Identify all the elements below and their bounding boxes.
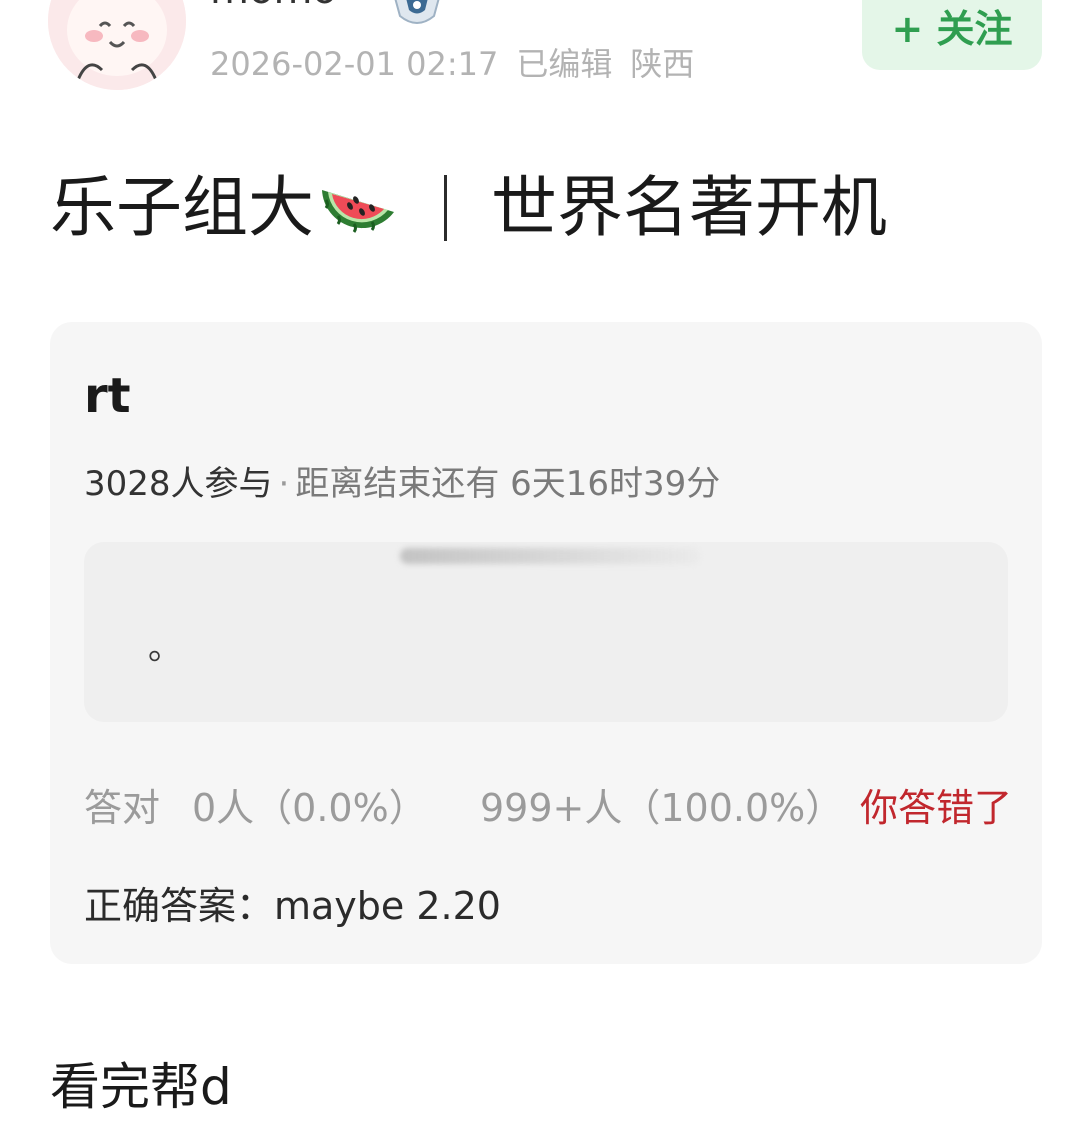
quiz-countdown: 距离结束还有 6天16时39分 (295, 464, 721, 504)
stats-separator: · (278, 464, 290, 504)
post-location: 陕西 (630, 45, 695, 83)
wrong-stats: 999+人（100.0%） (480, 786, 844, 830)
post-timestamp: 2026-02-01 02:17 (210, 45, 499, 83)
blurred-text (400, 548, 700, 564)
cute-character-avatar-icon (48, 0, 186, 90)
quiz-participants: 3028人参与 (84, 464, 273, 504)
author-name[interactable]: momo (210, 0, 337, 14)
post-title: 乐子组大 世界名著开机 (50, 160, 887, 256)
quiz-question: rt (84, 368, 131, 424)
post-body-text: 看完帮d (50, 1058, 232, 1116)
author-avatar[interactable] (48, 0, 186, 90)
correct-answer: 正确答案：maybe 2.20 (84, 884, 501, 928)
quiz-card: rt 3028人参与 · 距离结束还有 6天16时39分 。 答对 0人（0.0%）… (50, 322, 1042, 964)
quiz-stats: 3028人参与 · 距离结束还有 6天16时39分 (84, 460, 720, 508)
verified-badge-icon (388, 0, 446, 26)
correct-label: 答对 (84, 786, 161, 830)
answer-option[interactable]: 。 (84, 542, 1008, 722)
post-title-right: 世界名著开机 (491, 169, 887, 246)
correct-stats: 0人（0.0%） (192, 786, 427, 830)
watermelon-emoji-icon (316, 172, 400, 244)
follow-button[interactable]: + 关注 (862, 0, 1042, 70)
post-meta: 2026-02-01 02:17 已编辑 陕西 (210, 42, 712, 86)
wrong-answer-tag: 你答错了 (860, 786, 1013, 830)
edited-label: 已编辑 (516, 45, 613, 83)
title-separator (444, 175, 447, 241)
post-title-left: 乐子组大 (50, 169, 314, 246)
answer-option-text: 。 (148, 628, 182, 668)
